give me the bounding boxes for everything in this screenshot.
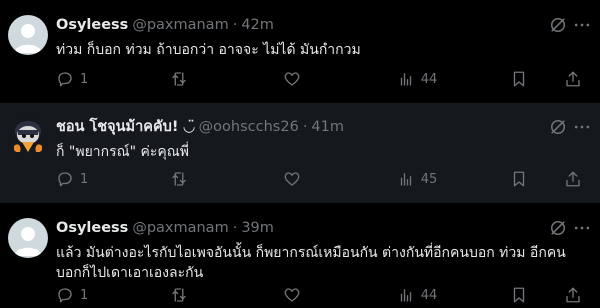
timestamp[interactable]: 41m — [311, 117, 344, 137]
like-button[interactable] — [283, 69, 383, 89]
reply-count: 1 — [80, 71, 89, 87]
display-name[interactable]: ชอน โชจุนม้าคคับ! ◡̈ — [56, 117, 195, 137]
handle[interactable]: @paxmanam — [132, 218, 228, 238]
reply-button[interactable]: 1 — [56, 285, 156, 305]
bookmark-button[interactable] — [510, 169, 550, 189]
share-icon — [566, 171, 580, 187]
bookmark-button[interactable] — [510, 285, 550, 305]
handle[interactable]: @paxmanam — [132, 15, 228, 35]
avatar[interactable] — [8, 218, 48, 258]
separator: · — [232, 220, 238, 236]
more-options-icon[interactable] — [572, 117, 592, 137]
bookmark-button[interactable] — [510, 69, 550, 89]
reply-count: 1 — [80, 171, 89, 187]
bookmark-icon — [514, 287, 525, 303]
display-name[interactable]: Osyleess — [56, 218, 128, 238]
more-options-icon[interactable] — [572, 15, 592, 35]
view-count: 45 — [420, 171, 438, 187]
tweet-text: ก็ "พยากรณ์" ค่ะคุณพี่ — [56, 144, 189, 160]
tweet[interactable]: ชอน โชจุนม้าคคับ! ◡̈ @oohscchs26 · 41m ก… — [0, 103, 600, 203]
timestamp[interactable]: 42m — [241, 15, 274, 35]
reply-count: 1 — [80, 287, 89, 303]
tweet[interactable]: Osyleess @paxmanam · 42m ท่วม ก็บอก ท่วม… — [0, 0, 600, 103]
view-count: 44 — [420, 287, 438, 303]
retweet-button[interactable] — [170, 285, 270, 305]
default-avatar-icon — [14, 24, 42, 53]
views-chart-icon — [400, 73, 411, 86]
views-button[interactable]: 45 — [397, 169, 497, 189]
retweet-icon — [171, 72, 186, 86]
views-button[interactable]: 44 — [397, 69, 497, 89]
like-button[interactable] — [283, 169, 383, 189]
separator: · — [232, 17, 238, 33]
retweet-button[interactable] — [170, 169, 270, 189]
cartoon-avatar-icon — [8, 116, 48, 156]
display-name[interactable]: Osyleess — [56, 15, 128, 35]
reply-icon — [58, 288, 72, 303]
handle[interactable]: @oohscchs26 — [199, 117, 299, 137]
views-button[interactable]: 44 — [397, 285, 497, 305]
share-icon — [566, 287, 580, 303]
like-button[interactable] — [283, 285, 383, 305]
grok-icon[interactable] — [548, 15, 568, 35]
reply-icon — [58, 72, 72, 87]
grok-icon[interactable] — [548, 117, 568, 137]
views-chart-icon — [400, 173, 411, 186]
default-avatar-icon — [14, 227, 42, 256]
heart-icon — [284, 288, 300, 302]
share-button[interactable] — [564, 69, 584, 89]
retweet-button[interactable] — [170, 69, 270, 89]
timestamp[interactable]: 39m — [241, 218, 274, 238]
tweet-text: ท่วม ก็บอก ท่วม ถ้าบอกว่า อาจจะ ไม่ได้ ม… — [56, 42, 361, 58]
separator: · — [302, 119, 308, 135]
reply-button[interactable]: 1 — [56, 69, 156, 89]
bookmark-icon — [514, 171, 525, 187]
heart-icon — [284, 72, 300, 86]
grok-icon[interactable] — [548, 218, 568, 238]
tweet[interactable]: Osyleess @paxmanam · 39m แล้ว มันต่างอะไ… — [0, 203, 600, 308]
retweet-icon — [171, 288, 186, 302]
view-count: 44 — [420, 71, 438, 87]
tweet-text: แล้ว มันต่างอะไรกับไอเพจอันนั้น ก็พยากรณ… — [56, 245, 566, 281]
share-button[interactable] — [564, 285, 584, 305]
more-options-icon[interactable] — [572, 218, 592, 238]
avatar[interactable] — [8, 15, 48, 55]
reply-button[interactable]: 1 — [56, 169, 156, 189]
views-chart-icon — [400, 289, 411, 302]
retweet-icon — [171, 172, 186, 186]
share-icon — [566, 71, 580, 87]
reply-icon — [58, 172, 72, 187]
heart-icon — [284, 172, 300, 186]
bookmark-icon — [514, 71, 525, 87]
avatar[interactable] — [8, 116, 48, 156]
share-button[interactable] — [564, 169, 584, 189]
